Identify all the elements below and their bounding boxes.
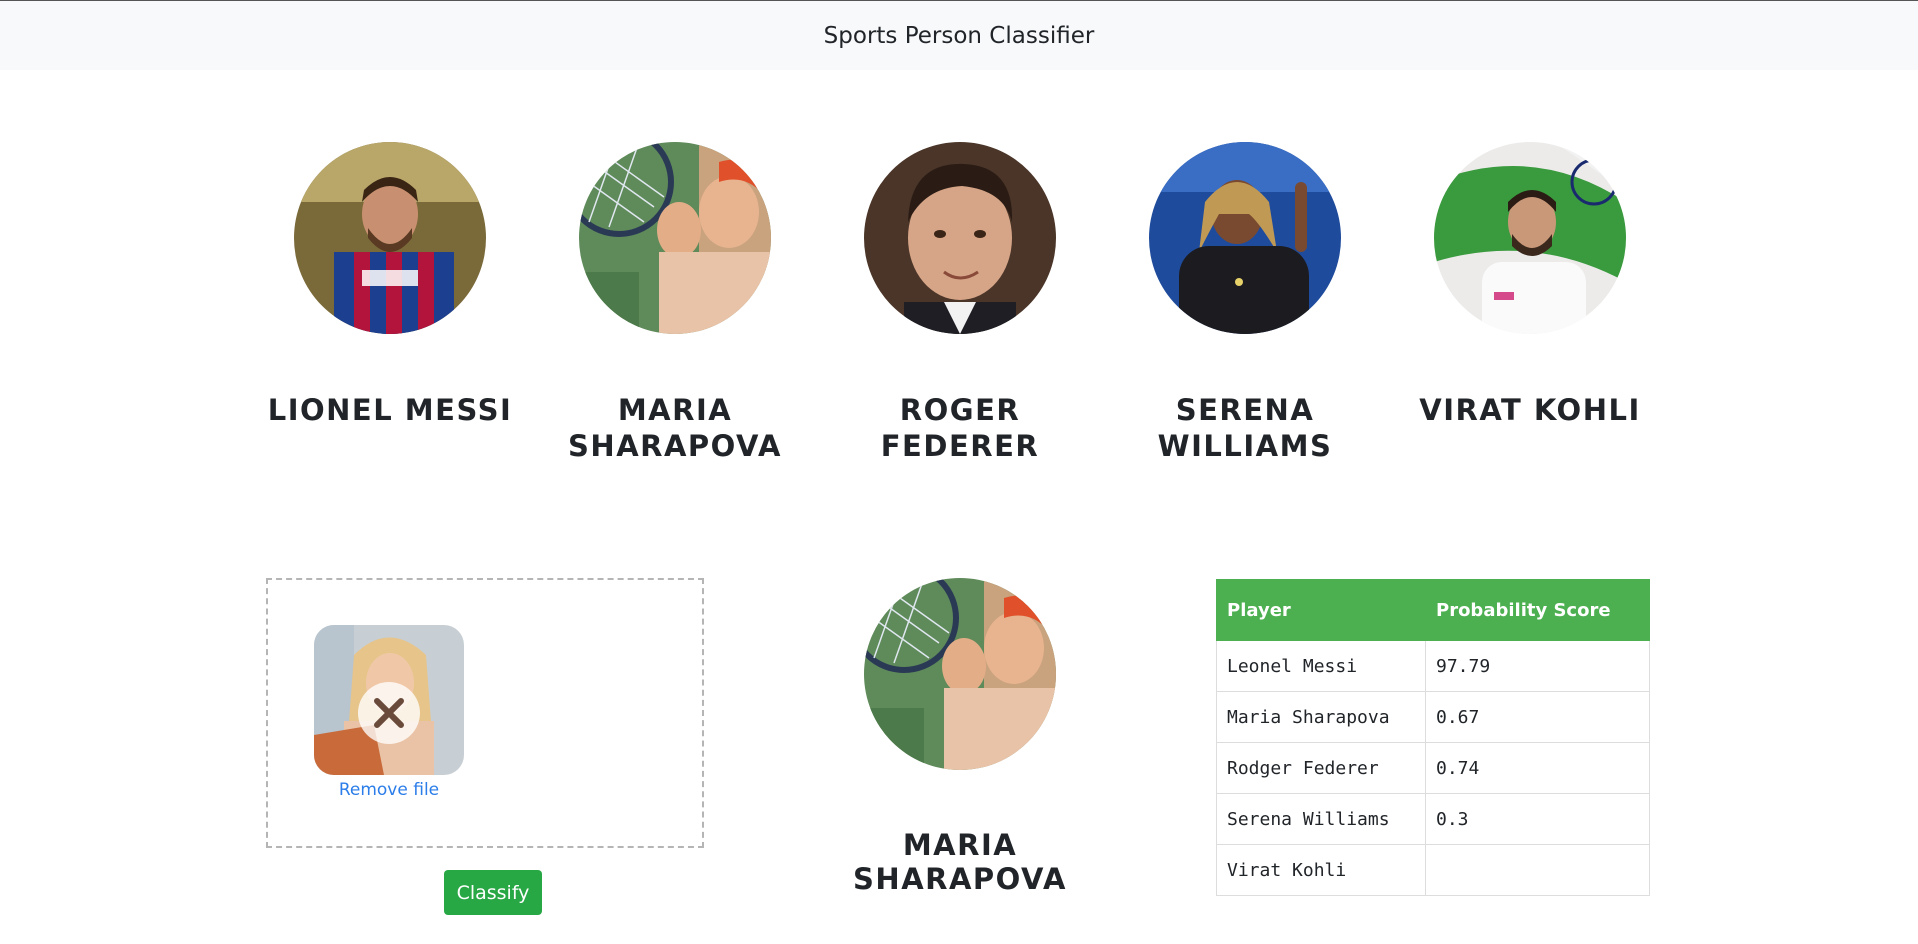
kohli-avatar bbox=[1434, 142, 1626, 334]
score-cell: 0.74 bbox=[1425, 742, 1650, 794]
player-card-kohli: Virat Kohli bbox=[1400, 142, 1660, 428]
remove-x-icon[interactable] bbox=[358, 682, 420, 744]
table-row: Serena Williams 0.3 bbox=[1216, 793, 1650, 845]
column-header-player: Player bbox=[1216, 579, 1426, 641]
score-cell: 97.79 bbox=[1425, 640, 1650, 692]
sharapova-avatar bbox=[579, 142, 771, 334]
player-name: Roger Federer bbox=[880, 393, 1040, 463]
result-avatar bbox=[864, 578, 1056, 770]
player-card-serena: Serena Williams bbox=[1115, 142, 1375, 464]
table-row: Leonel Messi 97.79 bbox=[1216, 640, 1650, 692]
score-cell: 0.67 bbox=[1425, 691, 1650, 743]
classify-button[interactable]: Classify bbox=[444, 870, 542, 915]
player-cell: Virat Kohli bbox=[1216, 844, 1426, 896]
navbar: Sports Person Classifier bbox=[0, 0, 1918, 70]
result-player-name: Maria Sharapova bbox=[853, 828, 1067, 896]
probability-score-table: Player Probability Score Leonel Messi 97… bbox=[1216, 579, 1650, 896]
score-cell: 0.3 bbox=[1425, 793, 1650, 845]
table-row: Virat Kohli bbox=[1216, 844, 1650, 896]
score-cell bbox=[1425, 844, 1650, 896]
remove-file-link[interactable]: Remove file bbox=[314, 780, 464, 800]
player-card-sharapova: Maria Sharapova bbox=[545, 142, 805, 464]
federer-avatar bbox=[864, 142, 1056, 334]
serena-avatar bbox=[1149, 142, 1341, 334]
table-row: Rodger Federer 0.74 bbox=[1216, 742, 1650, 794]
player-card-messi: Lionel Messi bbox=[260, 142, 520, 428]
table-row: Maria Sharapova 0.67 bbox=[1216, 691, 1650, 743]
uploaded-image-thumbnail bbox=[314, 625, 464, 775]
player-name: Maria Sharapova bbox=[568, 393, 782, 463]
messi-avatar bbox=[294, 142, 486, 334]
player-cell: Serena Williams bbox=[1216, 793, 1426, 845]
navbar-brand[interactable]: Sports Person Classifier bbox=[824, 23, 1095, 49]
player-card-federer: Roger Federer bbox=[830, 142, 1090, 464]
player-cell: Maria Sharapova bbox=[1216, 691, 1426, 743]
player-name: Serena Williams bbox=[1157, 393, 1333, 463]
classification-result: Maria Sharapova bbox=[830, 578, 1090, 896]
player-cell: Rodger Federer bbox=[1216, 742, 1426, 794]
table-header-row: Player Probability Score bbox=[1216, 579, 1650, 641]
upload-dropzone[interactable]: Remove file bbox=[266, 578, 704, 848]
player-name: Virat Kohli bbox=[1419, 393, 1641, 427]
player-cell: Leonel Messi bbox=[1216, 640, 1426, 692]
player-name: Lionel Messi bbox=[267, 393, 513, 427]
column-header-probability: Probability Score bbox=[1425, 579, 1650, 641]
